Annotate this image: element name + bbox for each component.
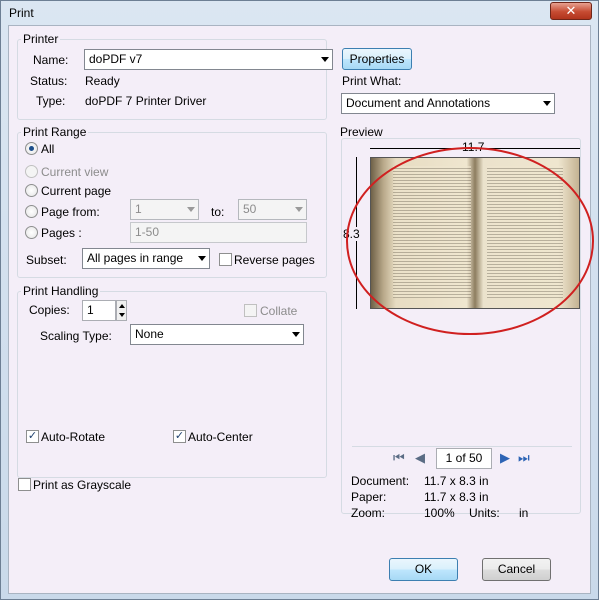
chevron-down-icon [543, 101, 551, 106]
grayscale-label[interactable]: Print as Grayscale [33, 478, 131, 492]
grayscale-checkbox[interactable] [18, 478, 31, 491]
chevron-down-icon [292, 332, 300, 337]
preview-panel: 11.7 8.3 ⏮ ◀ 1 of 50 ▶ ⏭ Document: 11.7 … [341, 138, 594, 520]
all-radio[interactable] [25, 142, 38, 155]
spin-up-icon[interactable] [119, 304, 125, 308]
units-value: in [519, 506, 529, 520]
printer-group-label: Printer [23, 32, 59, 46]
annotation-ring [346, 147, 594, 335]
print-what-select[interactable]: Document and Annotations [341, 93, 555, 114]
window-title: Print [9, 6, 34, 20]
paper-label: Paper: [351, 490, 387, 504]
zoom-value: 100% [424, 506, 455, 520]
cancel-button[interactable]: Cancel [482, 558, 551, 581]
properties-button[interactable]: Properties [342, 48, 412, 70]
units-label: Units: [469, 506, 500, 520]
spin-down-icon[interactable] [119, 313, 125, 317]
pages-label[interactable]: Pages : [41, 226, 82, 240]
document-value: 11.7 x 8.3 in [424, 474, 489, 488]
chevron-down-icon [295, 207, 303, 212]
preview-label: Preview [340, 125, 383, 139]
subset-label: Subset: [26, 253, 67, 267]
copies-stepper[interactable] [116, 300, 127, 321]
zoom-label: Zoom: [351, 506, 386, 520]
to-label: to: [211, 205, 225, 219]
page-from-radio[interactable] [25, 205, 38, 218]
chevron-down-icon [198, 256, 206, 261]
print-handling-group-label: Print Handling [23, 284, 99, 298]
paper-value: 11.7 x 8.3 in [424, 490, 489, 504]
document-label: Document: [351, 474, 410, 488]
printer-name-value: doPDF v7 [89, 52, 143, 66]
printer-name-label: Name: [33, 53, 69, 67]
copies-input[interactable]: 1 [82, 300, 116, 321]
page-indicator-input[interactable]: 1 of 50 [436, 448, 492, 469]
status-value: Ready [85, 74, 120, 88]
pages-input[interactable]: 1-50 [130, 222, 307, 243]
first-page-icon[interactable]: ⏮ [393, 450, 405, 466]
print-what-label: Print What: [342, 74, 402, 88]
previous-page-icon[interactable]: ◀ [415, 450, 425, 466]
ok-button[interactable]: OK [389, 558, 458, 581]
scaling-type-value: None [135, 327, 164, 341]
print-what-value: Document and Annotations [346, 96, 491, 110]
close-icon: ✕ [565, 3, 577, 18]
copies-label: Copies: [29, 303, 70, 317]
last-page-icon[interactable]: ⏭ [518, 450, 530, 466]
chevron-down-icon [187, 207, 195, 212]
type-value: doPDF 7 Printer Driver [85, 94, 207, 108]
auto-center-checkbox[interactable]: ✓ [173, 430, 186, 443]
current-page-label[interactable]: Current page [41, 184, 111, 198]
all-label[interactable]: All [41, 142, 54, 156]
dialog-body: Printer Name: doPDF v7 Status: Ready Typ… [8, 25, 594, 594]
scaling-type-label: Scaling Type: [40, 329, 112, 343]
reverse-pages-label[interactable]: Reverse pages [234, 253, 315, 267]
to-page-select[interactable]: 50 [238, 199, 307, 220]
collate-label[interactable]: Collate [260, 304, 297, 318]
next-page-icon[interactable]: ▶ [500, 450, 510, 466]
to-page-value: 50 [243, 202, 257, 216]
current-page-radio[interactable] [25, 184, 38, 197]
title-bar[interactable]: Print ✕ [1, 1, 598, 25]
collate-checkbox[interactable] [244, 304, 257, 317]
status-label: Status: [30, 74, 68, 88]
printer-name-select[interactable]: doPDF v7 [84, 49, 333, 70]
auto-rotate-label[interactable]: Auto-Rotate [41, 430, 105, 444]
print-dialog: Print ✕ Printer Name: doPDF v7 Status: R… [0, 0, 599, 600]
close-button[interactable]: ✕ [550, 2, 592, 20]
chevron-down-icon [321, 57, 329, 62]
subset-select[interactable]: All pages in range [82, 248, 210, 269]
current-view-label[interactable]: Current view [41, 165, 108, 179]
preview-separator [352, 446, 572, 447]
subset-value: All pages in range [87, 251, 184, 265]
from-page-value: 1 [135, 202, 142, 216]
current-view-radio[interactable] [25, 165, 38, 178]
page-from-label[interactable]: Page from: [41, 205, 100, 219]
scaling-type-select[interactable]: None [130, 324, 304, 345]
reverse-pages-checkbox[interactable] [219, 253, 232, 266]
type-label: Type: [36, 94, 66, 108]
auto-center-label[interactable]: Auto-Center [188, 430, 253, 444]
pages-radio[interactable] [25, 226, 38, 239]
print-range-group-label: Print Range [23, 125, 87, 139]
from-page-select[interactable]: 1 [130, 199, 199, 220]
auto-rotate-checkbox[interactable]: ✓ [26, 430, 39, 443]
